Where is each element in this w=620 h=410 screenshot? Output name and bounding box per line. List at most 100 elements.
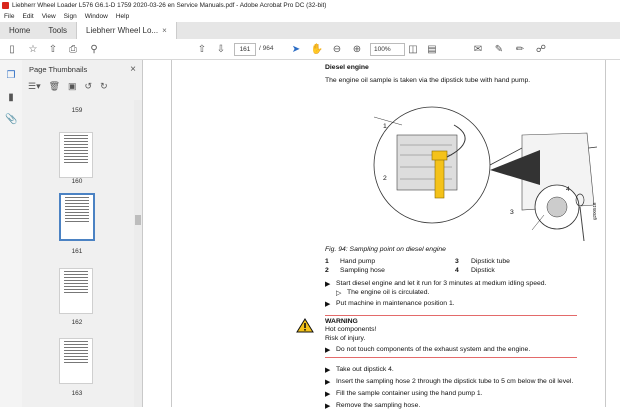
- select-cursor-icon[interactable]: ➤: [289, 42, 303, 56]
- tab-tools[interactable]: Tools: [39, 22, 76, 39]
- step-text: Take out dipstick 4.: [336, 366, 394, 373]
- upload-icon[interactable]: ⇧: [46, 42, 60, 56]
- thumb-label: 163: [71, 390, 83, 397]
- result-text: The engine oil is circulated.: [347, 289, 430, 296]
- menu-bar: File Edit View Sign Window Help: [0, 10, 620, 22]
- insert-page-icon[interactable]: ▣: [68, 81, 77, 92]
- thumbnail-list: 159 160 161 162 163: [22, 100, 134, 407]
- tab-bar: Home Tools Liebherr Wheel Lo... ×: [0, 22, 620, 40]
- callout-4: 4: [566, 186, 570, 193]
- warning-bottom-rule: [325, 357, 577, 358]
- warning-line: Risk of injury.: [325, 335, 366, 342]
- save-icon[interactable]: ▯: [5, 42, 19, 56]
- thumbnail-page[interactable]: [59, 338, 93, 384]
- legend-text: Hand pump: [340, 258, 376, 265]
- figure-caption: Fig. 94: Sampling point on diesel engine: [325, 246, 446, 253]
- thumb-label: 162: [71, 319, 83, 326]
- tab-document[interactable]: Liebherr Wheel Lo... ×: [76, 22, 177, 39]
- tab-home[interactable]: Home: [0, 22, 39, 39]
- intro-text: The engine oil sample is taken via the d…: [325, 77, 531, 84]
- bullet-icon: ▶: [325, 391, 331, 398]
- callout-2: 2: [383, 175, 387, 182]
- menu-file[interactable]: File: [0, 13, 18, 20]
- print-icon[interactable]: ⎙: [66, 42, 80, 56]
- warning-line: Hot components!: [325, 326, 377, 333]
- rotate-left-icon[interactable]: ↺: [85, 81, 93, 92]
- thumbnail-options-icon[interactable]: ☰▾: [28, 81, 41, 92]
- panel-title: Page Thumbnails: [29, 64, 88, 74]
- callout-3: 3: [510, 209, 514, 216]
- title-bar: Liebherr Wheel Loader L576 G6.1-D 1759 2…: [0, 0, 620, 10]
- bullet-icon: ▶: [325, 347, 331, 354]
- next-page-icon[interactable]: ⇩: [214, 42, 228, 56]
- legend-num: 2: [325, 267, 329, 274]
- draw-icon[interactable]: ✏: [513, 42, 527, 56]
- bullet-icon: ▶: [325, 403, 331, 410]
- step-text: Start diesel engine and let it run for 3…: [336, 280, 547, 287]
- bookmarks-icon[interactable]: ▮: [5, 92, 17, 104]
- thumb-label: 160: [71, 178, 83, 185]
- warning-action: Do not touch components of the exhaust s…: [336, 346, 531, 353]
- engine-figure: [373, 106, 597, 242]
- attachments-icon[interactable]: 📎: [5, 114, 17, 126]
- page-total: / 964: [259, 45, 274, 52]
- page-thumbnails-icon[interactable]: ❐: [5, 70, 17, 82]
- bullet-icon: ▶: [325, 281, 331, 288]
- thumbnails-panel: Page Thumbnails × ☰▾ 🗑 ▣ ↺ ↻ 159 160 161…: [22, 60, 143, 407]
- warning-top-rule: [325, 315, 577, 316]
- warning-title: WARNING: [325, 318, 358, 325]
- delete-page-icon[interactable]: 🗑: [49, 81, 60, 92]
- menu-window[interactable]: Window: [81, 13, 112, 20]
- rotate-right-icon[interactable]: ↻: [100, 81, 108, 92]
- close-tab-icon[interactable]: ×: [162, 26, 167, 35]
- legend-num: 3: [455, 258, 459, 265]
- warning-triangle-icon: [296, 318, 314, 333]
- legend-num: 1: [325, 258, 329, 265]
- bullet-icon: ▶: [325, 379, 331, 386]
- bookmark-star-icon[interactable]: ☆: [26, 42, 40, 56]
- toolbar: ▯ ☆ ⇧ ⎙ ⚲ ⇧ ⇩ 161 / 964 ➤ ✋ ⊖ ⊕ 100% ◫ ▤…: [0, 39, 620, 60]
- zoom-out-icon[interactable]: ⊖: [330, 42, 344, 56]
- legend-text: Dipstick: [471, 267, 495, 274]
- document-viewer: Diesel engine The engine oil sample is t…: [142, 60, 620, 410]
- search-icon[interactable]: ⚲: [87, 42, 101, 56]
- window-title: Liebherr Wheel Loader L576 G6.1-D 1759 2…: [12, 1, 327, 9]
- thumbnail-page[interactable]: [59, 268, 93, 314]
- scroll-mode-icon[interactable]: ▤: [425, 42, 439, 56]
- thumbnail-page[interactable]: [59, 132, 93, 178]
- left-rail: ❐ ▮ 📎: [0, 60, 23, 407]
- step-text: Fill the sample container using the hand…: [336, 390, 483, 397]
- menu-sign[interactable]: Sign: [60, 13, 81, 20]
- comment-icon[interactable]: ✉: [471, 42, 485, 56]
- acrobat-icon: [2, 1, 9, 9]
- hand-tool-icon[interactable]: ✋: [310, 42, 324, 56]
- callout-1: 1: [383, 123, 387, 130]
- legend-text: Sampling hose: [340, 267, 385, 274]
- zoom-level-select[interactable]: 100%: [370, 43, 405, 56]
- legend-text: Dipstick tube: [471, 258, 510, 265]
- thumbnail-scrollbar[interactable]: [134, 100, 142, 407]
- thumbnail-page-selected[interactable]: [59, 193, 95, 241]
- tab-document-label: Liebherr Wheel Lo...: [86, 26, 159, 35]
- zoom-in-icon[interactable]: ⊕: [350, 42, 364, 56]
- section-heading: Diesel engine: [325, 64, 369, 71]
- thumb-label: 161: [71, 248, 83, 255]
- menu-help[interactable]: Help: [112, 13, 133, 20]
- bullet-icon: ▶: [325, 367, 331, 374]
- result-arrow-icon: ▷: [336, 290, 342, 297]
- step-text: Remove the sampling hose.: [336, 402, 421, 409]
- bullet-icon: ▶: [325, 301, 331, 308]
- page-number-input[interactable]: 161: [234, 43, 256, 56]
- menu-view[interactable]: View: [38, 13, 60, 20]
- menu-edit[interactable]: Edit: [18, 13, 37, 20]
- share-icon[interactable]: ☍: [534, 42, 548, 56]
- fit-page-icon[interactable]: ◫: [406, 42, 420, 56]
- figure-id: g200518: [592, 202, 597, 220]
- thumb-label: 159: [71, 107, 83, 114]
- highlight-pen-icon[interactable]: ✎: [492, 42, 506, 56]
- close-panel-icon[interactable]: ×: [130, 64, 136, 75]
- prev-page-icon[interactable]: ⇧: [195, 42, 209, 56]
- step-text: Insert the sampling hose 2 through the d…: [336, 378, 574, 385]
- pdf-page: Diesel engine The engine oil sample is t…: [171, 60, 606, 410]
- step-text: Put machine in maintenance position 1.: [336, 300, 455, 307]
